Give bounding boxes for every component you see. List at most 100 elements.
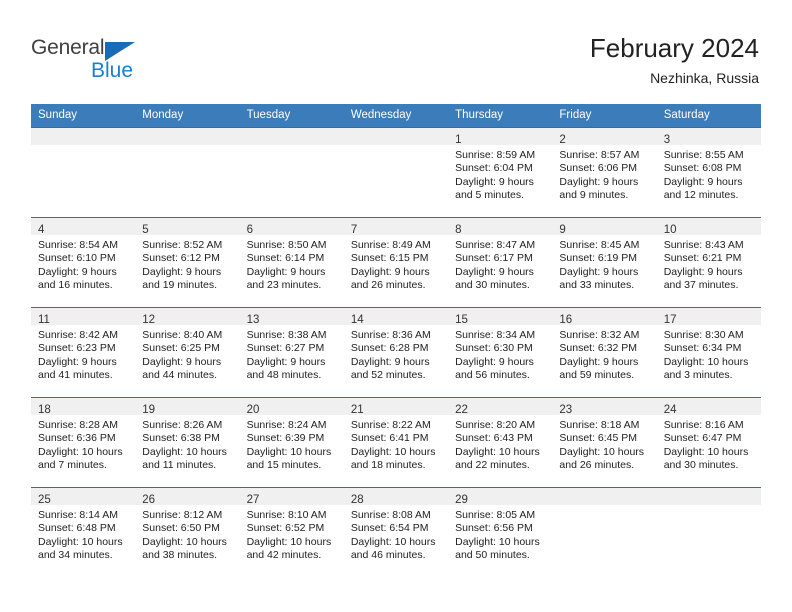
calendar-day-cell[interactable]: 18 Sunrise: 8:28 AM Sunset: 6:36 PM Dayligh… bbox=[31, 397, 136, 488]
day-number: 29 bbox=[455, 494, 468, 506]
day-number: 5 bbox=[142, 224, 149, 236]
day-sun-info: Sunrise: 8:26 AM Sunset: 6:38 PM Daylight:… bbox=[135, 415, 239, 473]
calendar-day-cell[interactable]: 6 Sunrise: 8:50 AM Sunset: 6:14 PM Daylight… bbox=[239, 217, 344, 308]
calendar-day-cell[interactable]: 2 Sunrise: 8:57 AM Sunset: 6:06 PM Daylight… bbox=[552, 127, 657, 218]
weekday-header-saturday: Saturday bbox=[656, 104, 761, 128]
day-number: 16 bbox=[559, 314, 573, 326]
calendar-day-cell[interactable]: 3 Sunrise: 8:55 AM Sunset: 6:08 PM Daylight… bbox=[656, 127, 761, 218]
calendar-day-cell[interactable]: 15 Sunrise: 8:34 AM Sunset: 6:30 PM Dayligh… bbox=[448, 307, 553, 398]
day-number: 9 bbox=[559, 224, 566, 236]
calendar-week-row: 25 Sunrise: 8:14 AM Sunset: 6:48 PM Dayligh… bbox=[31, 487, 761, 578]
day-number: 10 bbox=[663, 224, 677, 236]
page-header: General Blue February 2024 Nezhinka, Rus… bbox=[0, 0, 792, 100]
day-number-band: 6 bbox=[239, 218, 344, 236]
day-number: 11 bbox=[38, 314, 50, 326]
day-number: 25 bbox=[38, 494, 51, 506]
day-sun-info: Sunrise: 8:40 AM Sunset: 6:25 PM Daylight:… bbox=[135, 325, 239, 383]
calendar-day-cell[interactable]: 27 Sunrise: 8:10 AM Sunset: 6:52 PM Dayligh… bbox=[239, 487, 344, 578]
calendar-day-cell[interactable]: 22 Sunrise: 8:20 AM Sunset: 6:43 PM Dayligh… bbox=[448, 397, 553, 488]
calendar-day-cell[interactable]: 19 Sunrise: 8:26 AM Sunset: 6:38 PM Dayligh… bbox=[135, 397, 240, 488]
weekday-header-monday: Monday bbox=[135, 104, 240, 128]
sunset-time: Sunset: 6:12 PM bbox=[142, 252, 220, 265]
day-number: 4 bbox=[38, 224, 45, 236]
daylight-duration-line2: and 9 minutes. bbox=[559, 189, 629, 202]
day-number: 23 bbox=[559, 404, 573, 416]
calendar-day-cell[interactable]: 9 Sunrise: 8:45 AM Sunset: 6:19 PM Daylight… bbox=[552, 217, 657, 308]
sunset-time: Sunset: 6:06 PM bbox=[559, 162, 638, 175]
calendar-week-row: 18 Sunrise: 8:28 AM Sunset: 6:36 PM Dayligh… bbox=[31, 397, 761, 488]
day-sun-info: Sunrise: 8:52 AM Sunset: 6:12 PM Daylight:… bbox=[135, 235, 239, 293]
sunset-time: Sunset: 6:52 PM bbox=[246, 522, 325, 535]
calendar-day-cell[interactable]: 5 Sunrise: 8:52 AM Sunset: 6:12 PM Daylight… bbox=[135, 217, 240, 308]
daylight-duration-line2: and 30 minutes. bbox=[455, 279, 530, 292]
daylight-duration-line1: Daylight: 9 hours bbox=[455, 265, 534, 278]
calendar-day-cell[interactable]: 10 Sunrise: 8:43 AM Sunset: 6:21 PM Dayligh… bbox=[656, 217, 761, 308]
day-sun-info: Sunrise: 8:28 AM Sunset: 6:36 PM Daylight:… bbox=[31, 415, 135, 473]
daylight-duration-line1: Daylight: 9 hours bbox=[455, 355, 534, 368]
calendar-day-cell[interactable]: 12 Sunrise: 8:40 AM Sunset: 6:25 PM Dayligh… bbox=[135, 307, 240, 398]
calendar-day-cell[interactable]: 17 Sunrise: 8:30 AM Sunset: 6:34 PM Dayligh… bbox=[656, 307, 761, 398]
day-sun-info: Sunrise: 8:32 AM Sunset: 6:32 PM Daylight:… bbox=[552, 325, 656, 383]
logo-text-general: General bbox=[31, 36, 105, 59]
day-sun-info: Sunrise: 8:36 AM Sunset: 6:28 PM Daylight:… bbox=[344, 325, 448, 383]
calendar-day-cell[interactable]: 21 Sunrise: 8:22 AM Sunset: 6:41 PM Dayligh… bbox=[343, 397, 449, 488]
daylight-duration-line1: Daylight: 9 hours bbox=[142, 265, 222, 278]
calendar-day-cell[interactable]: 11 Sunrise: 8:42 AM Sunset: 6:23 PM Dayligh… bbox=[31, 307, 136, 398]
day-number: 28 bbox=[350, 494, 364, 506]
day-number: 20 bbox=[246, 404, 260, 416]
calendar-day-cell[interactable]: 4 Sunrise: 8:54 AM Sunset: 6:10 PM Daylight… bbox=[31, 217, 136, 308]
sunset-time: Sunset: 6:36 PM bbox=[38, 432, 116, 445]
calendar-day-cell[interactable]: 8 Sunrise: 8:47 AM Sunset: 6:17 PM Daylight… bbox=[448, 217, 553, 308]
calendar-day-cell[interactable]: 7 Sunrise: 8:49 AM Sunset: 6:15 PM Daylight… bbox=[343, 217, 449, 308]
daylight-duration-line2: and 59 minutes. bbox=[559, 369, 635, 382]
sunset-time: Sunset: 6:15 PM bbox=[350, 252, 429, 265]
sunrise-time: Sunrise: 8:40 AM bbox=[142, 329, 223, 341]
day-number-band: 25 bbox=[31, 488, 136, 506]
day-number: 26 bbox=[142, 494, 156, 506]
calendar-day-cell[interactable]: 29 Sunrise: 8:05 AM Sunset: 6:56 PM Dayligh… bbox=[448, 487, 553, 578]
day-number: 14 bbox=[350, 314, 364, 326]
day-number: 3 bbox=[663, 134, 671, 146]
day-number-band: 11 bbox=[31, 308, 136, 326]
weekday-header-row: Sunday Monday Tuesday Wednesday Thursday… bbox=[31, 104, 761, 128]
sunrise-time: Sunrise: 8:49 AM bbox=[350, 239, 431, 251]
calendar-day-cell[interactable]: 28 Sunrise: 8:08 AM Sunset: 6:54 PM Dayligh… bbox=[343, 487, 449, 578]
sunrise-time: Sunrise: 8:59 AM bbox=[455, 149, 536, 161]
calendar-body: 1 Sunrise: 8:59 AM Sunset: 6:04 PM Daylight… bbox=[31, 127, 761, 578]
calendar-day-cell[interactable]: 14 Sunrise: 8:36 AM Sunset: 6:28 PM Dayligh… bbox=[343, 307, 449, 398]
sunset-time: Sunset: 6:43 PM bbox=[455, 432, 533, 445]
calendar-day-cell-empty bbox=[343, 127, 449, 218]
daylight-duration-line1: Daylight: 9 hours bbox=[350, 265, 430, 278]
daylight-duration-line2: and 15 minutes. bbox=[246, 459, 322, 472]
calendar-day-cell[interactable]: 26 Sunrise: 8:12 AM Sunset: 6:50 PM Dayligh… bbox=[135, 487, 240, 578]
sunrise-time: Sunrise: 8:14 AM bbox=[38, 509, 118, 521]
sunset-time: Sunset: 6:14 PM bbox=[246, 252, 325, 265]
day-sun-info: Sunrise: 8:45 AM Sunset: 6:19 PM Daylight:… bbox=[552, 235, 656, 293]
calendar-day-cell[interactable]: 1 Sunrise: 8:59 AM Sunset: 6:04 PM Daylight… bbox=[448, 127, 553, 218]
sunset-time: Sunset: 6:48 PM bbox=[38, 522, 116, 535]
day-number-band: 10 bbox=[656, 218, 761, 236]
page-subtitle-location: Nezhinka, Russia bbox=[650, 70, 759, 86]
daylight-duration-line1: Daylight: 10 hours bbox=[246, 445, 332, 458]
day-number: 15 bbox=[455, 314, 468, 326]
calendar-week-row: 11 Sunrise: 8:42 AM Sunset: 6:23 PM Dayligh… bbox=[31, 307, 761, 398]
weekday-header-thursday: Thursday bbox=[448, 104, 553, 128]
general-blue-logo: General Blue bbox=[31, 36, 191, 88]
sunset-time: Sunset: 6:38 PM bbox=[142, 432, 220, 445]
calendar-day-cell[interactable]: 16 Sunrise: 8:32 AM Sunset: 6:32 PM Dayligh… bbox=[552, 307, 657, 398]
calendar-day-cell[interactable]: 20 Sunrise: 8:24 AM Sunset: 6:39 PM Dayligh… bbox=[239, 397, 344, 488]
calendar-day-cell[interactable]: 24 Sunrise: 8:16 AM Sunset: 6:47 PM Dayligh… bbox=[656, 397, 761, 488]
day-sun-info: Sunrise: 8:05 AM Sunset: 6:56 PM Daylight:… bbox=[448, 505, 552, 563]
day-sun-info: Sunrise: 8:10 AM Sunset: 6:52 PM Daylight:… bbox=[240, 505, 344, 563]
calendar-day-cell[interactable]: 25 Sunrise: 8:14 AM Sunset: 6:48 PM Dayligh… bbox=[31, 487, 136, 578]
sunset-time: Sunset: 6:56 PM bbox=[455, 522, 533, 535]
title-block: February 2024 Nezhinka, Russia bbox=[590, 33, 759, 88]
sunrise-time: Sunrise: 8:30 AM bbox=[663, 329, 744, 341]
sunset-time: Sunset: 6:19 PM bbox=[559, 252, 638, 265]
daylight-duration-line1: Daylight: 10 hours bbox=[350, 445, 436, 458]
sunrise-time: Sunrise: 8:32 AM bbox=[559, 329, 640, 341]
calendar-day-cell[interactable]: 23 Sunrise: 8:18 AM Sunset: 6:45 PM Dayligh… bbox=[552, 397, 657, 488]
calendar-day-cell-empty bbox=[552, 487, 657, 578]
calendar-day-cell[interactable]: 13 Sunrise: 8:38 AM Sunset: 6:27 PM Dayligh… bbox=[239, 307, 344, 398]
calendar-day-cell-empty bbox=[239, 127, 344, 218]
